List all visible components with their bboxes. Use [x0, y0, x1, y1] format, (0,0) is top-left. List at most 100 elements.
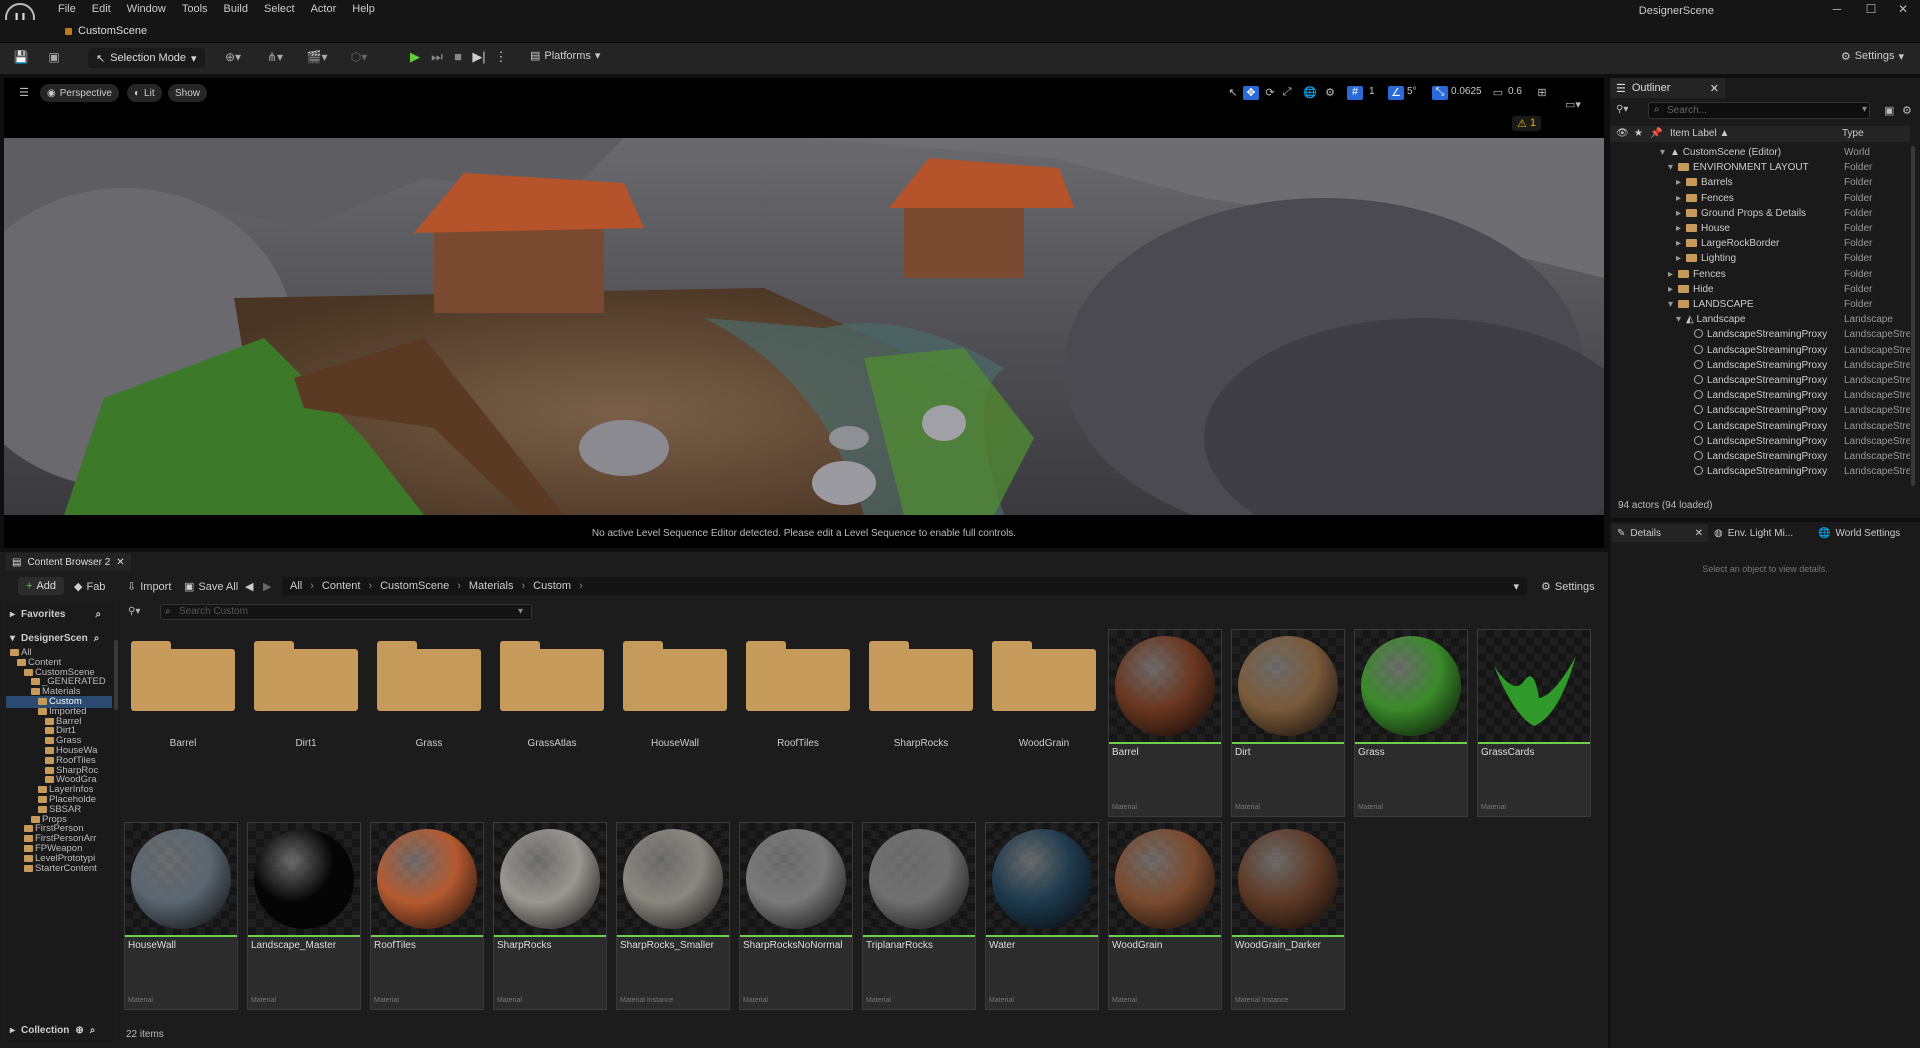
scale-snap-icon[interactable]: ⤡	[1432, 86, 1448, 100]
menu-item[interactable]: Build	[216, 3, 256, 15]
outliner-row[interactable]: ▸ Ground Props & Details Folder	[1610, 207, 1910, 222]
play-icon[interactable]: ▶	[406, 49, 424, 67]
chevron-right-icon[interactable]: ▸	[1676, 238, 1681, 249]
outliner-row[interactable]: ▸ Lighting Folder	[1610, 252, 1910, 267]
chevron-right-icon[interactable]: ▸	[1676, 177, 1681, 188]
menu-item[interactable]: Actor	[303, 3, 345, 15]
material-tile[interactable]: Landscape_Master Material	[247, 822, 361, 1010]
perspective-button[interactable]: ◉ Perspective	[40, 84, 119, 102]
world-settings-tab[interactable]: 🌐 World Settings	[1818, 524, 1900, 542]
folder-tile[interactable]: RoofTiles	[743, 629, 850, 749]
chevron-right-icon[interactable]: ▸	[1668, 269, 1673, 280]
outliner-row[interactable]: ▸ House Folder	[1610, 222, 1910, 237]
maximize-icon[interactable]: ☐	[1856, 2, 1886, 18]
close-icon[interactable]: ✕	[1710, 82, 1719, 95]
platforms-dropdown[interactable]: ▤ Platforms ▾	[530, 49, 600, 63]
folder-tile[interactable]: Grass	[374, 629, 481, 749]
settings-icon[interactable]: ⚙	[1902, 104, 1912, 117]
outliner-row[interactable]: ▸ Hide Folder	[1610, 283, 1910, 298]
collection-header[interactable]: ▸ Collection ⊕ ⌕	[10, 1025, 95, 1036]
material-tile[interactable]: GrassCards Material	[1477, 629, 1591, 817]
hamburger-icon[interactable]: ☰	[16, 86, 32, 100]
outliner-row[interactable]: ▾ LANDSCAPE Folder	[1610, 298, 1910, 313]
filter-icon[interactable]: ⚲▾	[128, 606, 140, 617]
chevron-down-icon[interactable]: ▾	[1676, 314, 1681, 325]
outliner-row[interactable]: LandscapeStreamingProxy LandscapeStre	[1610, 344, 1910, 359]
favorites-header[interactable]: ▸ Favorites ⌕	[10, 609, 101, 620]
project-header[interactable]: ▾ DesignerScen ⌕	[10, 633, 99, 644]
menu-item[interactable]: Help	[344, 3, 383, 15]
forward-icon[interactable]: ▶	[263, 580, 271, 593]
play-options-icon[interactable]: ▶|	[470, 49, 488, 67]
fab-button[interactable]: ◆ Fab	[74, 580, 105, 594]
pin-icon[interactable]: 📌	[1650, 128, 1662, 139]
chevron-down-icon[interactable]: ▾	[1668, 162, 1673, 173]
visibility-icon[interactable]: 👁	[1616, 128, 1629, 139]
grid-snap-icon[interactable]: #	[1347, 86, 1363, 100]
add-folder-icon[interactable]: ▣	[1884, 104, 1894, 117]
chevron-down-icon[interactable]: ▾	[518, 606, 523, 617]
close-icon[interactable]: ✕	[1888, 2, 1918, 18]
menu-item[interactable]: Edit	[84, 3, 119, 15]
cinematics-icon[interactable]: 🎬▾	[304, 50, 330, 66]
cb-settings-button[interactable]: ⚙ Settings	[1541, 580, 1595, 594]
modes-icon[interactable]: ⬡▾	[346, 50, 372, 66]
chevron-right-icon[interactable]: ▸	[1676, 193, 1681, 204]
folder-tile[interactable]: SharpRocks	[866, 629, 973, 749]
material-tile[interactable]: Grass Material	[1354, 629, 1468, 817]
details-tab[interactable]: ✎ Details ✕	[1612, 524, 1708, 542]
chevron-down-icon[interactable]: ▾	[1660, 147, 1665, 158]
tree-item[interactable]: StarterContent	[6, 863, 112, 875]
material-tile[interactable]: SharpRocksNoNormal Material	[739, 822, 853, 1010]
outliner-row[interactable]: ▾ ◭ Landscape Landscape	[1610, 313, 1910, 328]
cb-search-input[interactable]: Search Custom	[160, 604, 532, 620]
close-icon[interactable]: ✕	[116, 557, 124, 568]
folder-tile[interactable]: GrassAtlas	[497, 629, 604, 749]
warning-badge[interactable]: ⚠ 1	[1512, 116, 1541, 131]
material-tile[interactable]: Dirt Material	[1231, 629, 1345, 817]
outliner-search-input[interactable]: Search...	[1648, 102, 1870, 119]
angle-snap-icon[interactable]: ∠	[1388, 86, 1404, 100]
breadcrumb-item[interactable]: Content	[322, 580, 361, 592]
add-actor-icon[interactable]: ⊕▾	[220, 50, 246, 66]
search-icon[interactable]: ⌕	[94, 633, 100, 644]
save-icon[interactable]: 💾	[12, 50, 30, 66]
browse-icon[interactable]: ▣	[45, 50, 63, 66]
outliner-scrollbar[interactable]	[1911, 146, 1915, 486]
maximize-viewport-icon[interactable]: ⊞	[1534, 86, 1550, 100]
camera-speed-icon[interactable]: ▭	[1490, 86, 1506, 100]
material-tile[interactable]: Barrel Material	[1108, 629, 1222, 817]
scale-snap-value[interactable]: 0.0625	[1451, 86, 1482, 97]
menu-item[interactable]: File	[50, 3, 84, 15]
outliner-tab[interactable]: ☰ Outliner ✕	[1610, 78, 1725, 98]
outliner-row[interactable]: LandscapeStreamingProxy LandscapeStre	[1610, 359, 1910, 374]
import-button[interactable]: ⇩ Import	[127, 580, 171, 594]
stop-icon[interactable]: ■	[449, 49, 467, 67]
outliner-row[interactable]: LandscapeStreamingProxy LandscapeStre	[1610, 465, 1910, 480]
outliner-row[interactable]: LandscapeStreamingProxy LandscapeStre	[1610, 374, 1910, 389]
show-button[interactable]: Show	[168, 84, 208, 102]
menu-item[interactable]: Select	[256, 3, 303, 15]
outliner-row[interactable]: ▸ Barrels Folder	[1610, 176, 1910, 191]
blueprint-icon[interactable]: ⋔▾	[262, 50, 288, 66]
env-light-tab[interactable]: ◍ Env. Light Mi...	[1714, 524, 1793, 542]
add-button[interactable]: + Add	[18, 577, 65, 595]
angle-snap-value[interactable]: 5°	[1407, 86, 1417, 97]
translate-icon[interactable]: ✥	[1243, 86, 1259, 100]
step-icon[interactable]: ⏭	[428, 49, 446, 67]
rotate-icon[interactable]: ⟳	[1262, 86, 1278, 100]
chevron-down-icon[interactable]: ▾	[1862, 104, 1867, 115]
chevron-right-icon[interactable]: ▸	[1668, 284, 1673, 295]
chevron-down-icon[interactable]: ▾	[1668, 299, 1673, 310]
add-icon[interactable]: ⊕	[75, 1025, 83, 1036]
outliner-row[interactable]: LandscapeStreamingProxy LandscapeStre	[1610, 450, 1910, 465]
outliner-row[interactable]: ▸ Fences Folder	[1610, 268, 1910, 283]
menu-item[interactable]: Tools	[174, 3, 216, 15]
menu-item[interactable]: Window	[119, 3, 174, 15]
material-tile[interactable]: HouseWall Material	[124, 822, 238, 1010]
chevron-right-icon[interactable]: ▸	[1676, 223, 1681, 234]
material-tile[interactable]: SharpRocks_Smaller Material Instance	[616, 822, 730, 1010]
type-header[interactable]: Type	[1842, 128, 1864, 139]
settings-button[interactable]: ⚙ Settings ▾	[1841, 50, 1904, 63]
back-icon[interactable]: ◀	[245, 580, 253, 593]
